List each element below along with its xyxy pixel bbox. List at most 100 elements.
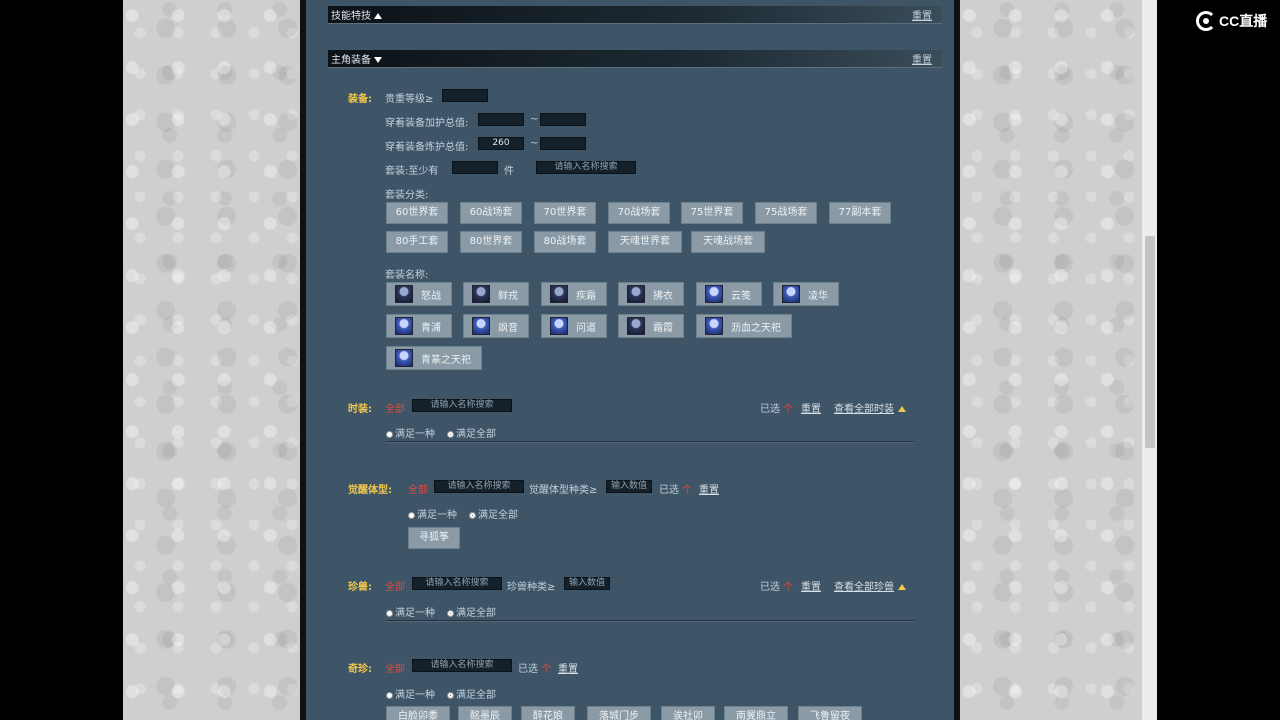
set-category-chip[interactable]: 70战场套 bbox=[608, 202, 670, 224]
awaken-all-link[interactable]: 全部 bbox=[408, 481, 428, 496]
rare-reset[interactable]: 重置 bbox=[558, 660, 578, 675]
guard-total-min[interactable] bbox=[478, 113, 524, 126]
pets-option-all[interactable]: 满足全部 bbox=[447, 604, 496, 619]
radio-icon bbox=[386, 431, 393, 438]
set-name-chip[interactable]: 鲜戎 bbox=[463, 282, 529, 306]
rare-item-chip[interactable]: 南翼鼎立 bbox=[724, 706, 788, 720]
set-name-label: 套装名称: bbox=[385, 270, 429, 281]
section-equip[interactable]: 主角装备 重置 bbox=[328, 50, 942, 68]
right-margin bbox=[1157, 0, 1280, 720]
set-category-chip[interactable]: 70世界套 bbox=[534, 202, 596, 224]
fashion-selected: 已选 个 bbox=[760, 404, 794, 415]
rare-item-chip[interactable]: 酩墨辰 bbox=[458, 706, 512, 720]
awaken-item-chip[interactable]: 寻狐筝 bbox=[408, 527, 460, 549]
rare-option-one[interactable]: 满足一种 bbox=[386, 686, 435, 701]
collapse-up-icon bbox=[898, 584, 906, 590]
fashion-option-all[interactable]: 满足全部 bbox=[447, 425, 496, 440]
filter-panel: 技能特技 重置 主角装备 重置 装备: 贵重等级≥ 穿着装备加护总值: ~ 穿着… bbox=[300, 0, 960, 720]
set-category-chip[interactable]: 75世界套 bbox=[681, 202, 743, 224]
pets-view-all[interactable]: 查看全部珍兽 bbox=[834, 578, 906, 593]
fashion-all-link[interactable]: 全部 bbox=[385, 400, 405, 415]
background-texture-left bbox=[123, 0, 300, 720]
fashion-reset[interactable]: 重置 bbox=[801, 400, 821, 415]
awaken-selected: 已选 个 bbox=[659, 485, 693, 496]
awaken-count-label: 觉醒体型种类≥ bbox=[529, 485, 598, 496]
rare-item-chip[interactable]: 落城门步 bbox=[587, 706, 651, 720]
set-name-chip[interactable]: 飒音 bbox=[463, 314, 529, 338]
set-name-chip[interactable]: 青浦 bbox=[386, 314, 452, 338]
set-name-chip[interactable]: 沥血之天祀 bbox=[696, 314, 792, 338]
divider bbox=[386, 441, 914, 443]
set-category-chip[interactable]: 77副本套 bbox=[829, 202, 891, 224]
rare-selected: 已选 个 bbox=[518, 664, 552, 675]
awaken-option-all[interactable]: 满足全部 bbox=[469, 506, 518, 521]
set-name-chip[interactable]: 问道 bbox=[541, 314, 607, 338]
rare-search-input[interactable]: 请输入名称搜索 bbox=[412, 659, 512, 672]
set-name-chip[interactable]: 霜霞 bbox=[618, 314, 684, 338]
rare-item-chip[interactable]: 醉花娘 bbox=[521, 706, 575, 720]
pets-search-input[interactable]: 请输入名称搜索 bbox=[412, 577, 502, 590]
set-portrait-icon bbox=[705, 317, 723, 335]
set-name-chip[interactable]: 凌华 bbox=[773, 282, 839, 306]
set-count-label: 套装:至少有 bbox=[385, 166, 439, 177]
guard-total-max[interactable] bbox=[540, 113, 586, 126]
set-count-input[interactable] bbox=[452, 161, 498, 174]
rarity-label: 贵重等级≥ bbox=[385, 94, 434, 105]
set-category-chip[interactable]: 80手工套 bbox=[386, 231, 448, 253]
radio-icon bbox=[386, 610, 393, 617]
section-equip-title[interactable]: 主角装备 bbox=[331, 51, 382, 66]
set-category-chip[interactable]: 60战场套 bbox=[460, 202, 522, 224]
brand-name: CC直播 bbox=[1219, 13, 1268, 29]
set-name-chip[interactable]: 云笺 bbox=[696, 282, 762, 306]
set-count-unit: 件 bbox=[504, 166, 514, 177]
set-category-label: 套装分类: bbox=[385, 190, 429, 201]
awaken-option-one[interactable]: 满足一种 bbox=[408, 506, 457, 521]
set-portrait-icon bbox=[472, 285, 490, 303]
refine-total-max[interactable] bbox=[540, 137, 586, 150]
awaken-search-input[interactable]: 请输入名称搜索 bbox=[434, 480, 524, 493]
fashion-option-one[interactable]: 满足一种 bbox=[386, 425, 435, 440]
set-portrait-icon bbox=[705, 285, 723, 303]
rare-option-all[interactable]: 满足全部 bbox=[447, 686, 496, 701]
rarity-input[interactable] bbox=[442, 89, 488, 102]
fashion-label: 时装: bbox=[348, 404, 372, 415]
fashion-search-input[interactable]: 请输入名称搜索 bbox=[412, 399, 512, 412]
fashion-view-all[interactable]: 查看全部时装 bbox=[834, 400, 906, 415]
refine-total-min[interactable]: 260 bbox=[478, 137, 524, 150]
rare-item-chip[interactable]: 诶社卯 bbox=[661, 706, 715, 720]
set-search-input[interactable]: 请输入名称搜索 bbox=[536, 161, 636, 174]
section-equip-reset[interactable]: 重置 bbox=[912, 51, 932, 66]
pets-option-one[interactable]: 满足一种 bbox=[386, 604, 435, 619]
pets-count-label: 珍兽种类≥ bbox=[507, 582, 556, 593]
section-skills[interactable]: 技能特技 重置 bbox=[328, 6, 942, 24]
pets-all-link[interactable]: 全部 bbox=[385, 578, 405, 593]
refine-total-label: 穿着装备炼护总值: bbox=[385, 142, 469, 153]
scrollbar-thumb[interactable] bbox=[1145, 236, 1155, 448]
rare-all-link[interactable]: 全部 bbox=[385, 660, 405, 675]
set-name-chip[interactable]: 拂衣 bbox=[618, 282, 684, 306]
rare-item-chip[interactable]: 飞鲁留夜 bbox=[798, 706, 862, 720]
awaken-reset[interactable]: 重置 bbox=[699, 481, 719, 496]
pets-count-input[interactable]: 输入数值 bbox=[564, 577, 610, 590]
section-skills-title[interactable]: 技能特技 bbox=[331, 7, 382, 22]
set-portrait-icon bbox=[550, 285, 568, 303]
pets-reset[interactable]: 重置 bbox=[801, 578, 821, 593]
collapse-up-icon bbox=[374, 13, 382, 19]
set-category-chip[interactable]: 80世界套 bbox=[460, 231, 522, 253]
rare-item-chip[interactable]: 白脸卯黍 bbox=[386, 706, 450, 720]
awaken-count-input[interactable]: 输入数值 bbox=[606, 480, 652, 493]
rare-label: 奇珍: bbox=[348, 664, 372, 675]
set-category-chip[interactable]: 60世界套 bbox=[386, 202, 448, 224]
set-category-chip[interactable]: 天魂战场套 bbox=[691, 231, 765, 253]
equipment-label: 装备: bbox=[348, 94, 372, 105]
expand-down-icon bbox=[374, 57, 382, 63]
set-category-chip[interactable]: 80战场套 bbox=[534, 231, 596, 253]
set-name-chip[interactable]: 怒战 bbox=[386, 282, 452, 306]
divider bbox=[386, 620, 914, 622]
set-category-chip[interactable]: 75战场套 bbox=[755, 202, 817, 224]
section-skills-reset[interactable]: 重置 bbox=[912, 7, 932, 22]
set-name-chip[interactable]: 青篆之天祀 bbox=[386, 346, 482, 370]
set-category-chip[interactable]: 天魂世界套 bbox=[608, 231, 682, 253]
set-name-chip[interactable]: 疾霜 bbox=[541, 282, 607, 306]
radio-selected-icon bbox=[447, 692, 454, 699]
